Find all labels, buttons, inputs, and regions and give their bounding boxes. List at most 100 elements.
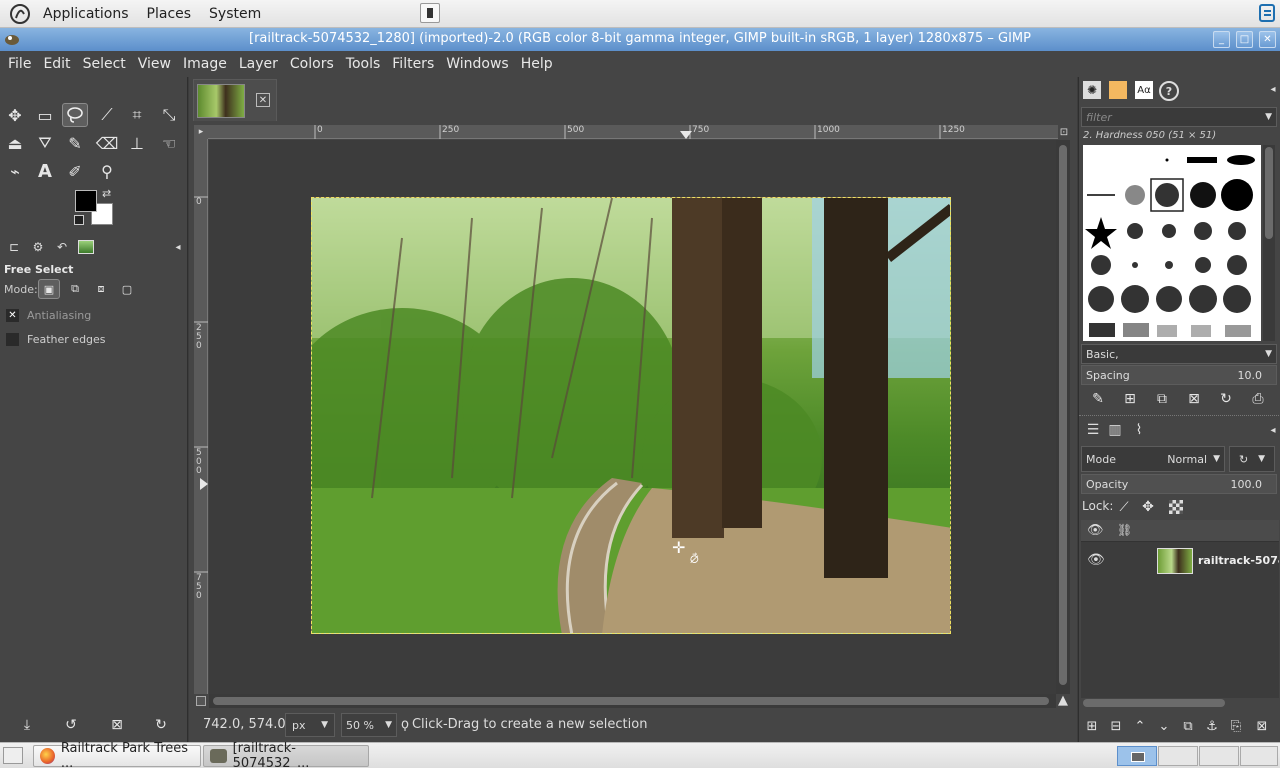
merge-layer-icon[interactable]: ⎘ xyxy=(1225,714,1247,738)
menu-edit[interactable]: Edit xyxy=(37,51,76,77)
zoom-select[interactable]: 50 % ▼ xyxy=(341,713,397,737)
close-window-button[interactable]: ✕ xyxy=(1259,31,1276,48)
vertical-scroll-thumb[interactable] xyxy=(1059,145,1067,685)
rect-select-tool-icon[interactable]: ▭ xyxy=(32,103,58,127)
quick-mask-toggle-icon[interactable] xyxy=(196,696,206,706)
help-tab-icon[interactable]: ? xyxy=(1159,81,1179,101)
brush-filter-input[interactable]: filter ▼ xyxy=(1081,107,1277,127)
eraser-tool-icon[interactable]: ⌫ xyxy=(94,131,120,155)
duplicate-layer-icon[interactable]: ⧉ xyxy=(1177,714,1199,738)
menu-file[interactable]: File xyxy=(2,51,37,77)
bucket-fill-tool-icon[interactable]: ⛛ xyxy=(32,131,58,155)
fonts-tab-icon[interactable]: Aα xyxy=(1135,81,1153,99)
reset-options-icon[interactable]: ↻ xyxy=(148,713,174,737)
brushes-panel-menu-icon[interactable]: ◂ xyxy=(1261,79,1280,99)
patterns-tab-icon[interactable] xyxy=(1109,81,1127,99)
menu-windows[interactable]: Windows xyxy=(440,51,515,77)
duplicate-brush-icon[interactable]: ⧉ xyxy=(1149,387,1175,411)
image-canvas[interactable] xyxy=(311,197,951,634)
lower-layer-icon[interactable]: ⌄ xyxy=(1153,714,1175,738)
window-title-bar[interactable]: [railtrack-5074532_1280] (imported)-2.0 … xyxy=(0,28,1280,51)
distro-logo-icon[interactable] xyxy=(8,2,32,26)
launcher-icon[interactable] xyxy=(420,3,440,23)
maximize-button[interactable]: □ xyxy=(1236,31,1253,48)
undo-history-tab-icon[interactable]: ↶ xyxy=(50,237,74,257)
opacity-slider[interactable]: Opacity 100.0 xyxy=(1081,474,1277,494)
minimize-button[interactable]: _ xyxy=(1213,31,1230,48)
brush-grid-scrollbar[interactable] xyxy=(1263,145,1275,341)
workspace-3[interactable] xyxy=(1199,746,1239,766)
spacing-slider[interactable]: Spacing 10.0 xyxy=(1081,365,1277,385)
free-select-tool-icon[interactable] xyxy=(62,103,88,127)
tool-options-tab-icon[interactable]: ⊏ xyxy=(2,237,26,257)
show-desktop-icon[interactable] xyxy=(3,747,23,764)
ruler-corner-icon[interactable]: ▸ xyxy=(194,125,208,139)
menu-image[interactable]: Image xyxy=(177,51,233,77)
brush-grid[interactable] xyxy=(1083,145,1261,341)
clone-tool-icon[interactable]: ⊥ xyxy=(124,131,150,155)
menu-layer[interactable]: Layer xyxy=(233,51,284,77)
horizontal-scrollbar[interactable] xyxy=(209,694,1056,708)
paintbrush-tool-icon[interactable]: ✎ xyxy=(62,131,88,155)
raise-layer-icon[interactable]: ⌃ xyxy=(1129,714,1151,738)
restore-options-icon[interactable]: ↺ xyxy=(58,713,84,737)
layers-scrollbar[interactable] xyxy=(1083,699,1225,707)
new-brush-icon[interactable]: ⊞ xyxy=(1117,387,1143,411)
layer-row[interactable]: 👁 railtrack-5074532_1280 xyxy=(1081,546,1279,576)
zoom-tool-icon[interactable]: ⚲ xyxy=(94,159,120,183)
layer-mode-reset-button[interactable]: ↻ ▼ xyxy=(1229,446,1275,472)
channels-tab-icon[interactable]: ▥ xyxy=(1103,420,1127,440)
mode-intersect-icon[interactable]: ▢ xyxy=(116,279,138,299)
menu-filters[interactable]: Filters xyxy=(386,51,440,77)
layers-panel-menu-icon[interactable]: ◂ xyxy=(1261,420,1280,440)
save-options-icon[interactable]: ⤓ xyxy=(14,713,40,737)
text-tool-icon[interactable]: A xyxy=(32,159,58,183)
paths-tool-icon[interactable]: ⌁ xyxy=(2,159,28,183)
menu-help[interactable]: Help xyxy=(515,51,559,77)
new-layer-group-icon[interactable]: ⊟ xyxy=(1105,714,1127,738)
menu-colors[interactable]: Colors xyxy=(284,51,340,77)
lock-alpha-icon[interactable] xyxy=(1163,495,1189,519)
smudge-tool-icon[interactable]: ☜ xyxy=(156,131,182,155)
lock-position-icon[interactable]: ✥ xyxy=(1135,495,1161,519)
menu-select[interactable]: Select xyxy=(77,51,132,77)
brush-scroll-thumb[interactable] xyxy=(1265,147,1273,239)
move-tool-icon[interactable]: ✥ xyxy=(2,103,28,127)
open-brush-icon[interactable]: ⎙ xyxy=(1245,387,1271,411)
horizontal-scroll-thumb[interactable] xyxy=(213,697,1049,705)
layer-visibility-icon[interactable]: 👁 xyxy=(1087,552,1105,568)
mode-replace-icon[interactable]: ▣ xyxy=(38,279,60,299)
foreground-color-swatch[interactable] xyxy=(75,190,97,212)
system-menu[interactable]: System xyxy=(200,0,270,28)
menu-view[interactable]: View xyxy=(132,51,177,77)
workspace-2[interactable] xyxy=(1158,746,1198,766)
task-firefox[interactable]: Railtrack Park Trees ... xyxy=(33,741,201,768)
device-status-tab-icon[interactable]: ⚙ xyxy=(26,237,50,257)
crop-tool-icon[interactable]: ⌗ xyxy=(124,103,150,127)
image-tab[interactable]: ✕ xyxy=(193,79,277,121)
default-colors-icon[interactable] xyxy=(74,215,84,225)
applications-menu[interactable]: Applications xyxy=(34,0,138,28)
brushes-tab-icon[interactable]: ✺ xyxy=(1083,81,1101,99)
unit-select[interactable]: px ▼ xyxy=(285,713,335,737)
color-picker-tool-icon[interactable]: ✐ xyxy=(62,159,88,183)
lock-pixels-icon[interactable]: ⟋ xyxy=(1111,495,1137,519)
antialiasing-checkbox[interactable]: ✕ Antialiasing xyxy=(6,309,91,322)
brush-preset-select[interactable]: Basic, ▼ xyxy=(1081,344,1277,364)
workspace-4[interactable] xyxy=(1240,746,1278,766)
layers-tab-icon[interactable]: ☰ xyxy=(1081,420,1105,440)
refresh-brushes-icon[interactable]: ↻ xyxy=(1213,387,1239,411)
zoom-to-fit-icon[interactable]: ⊡ xyxy=(1057,125,1071,139)
anchor-layer-icon[interactable]: ⚓ xyxy=(1201,714,1223,738)
images-tab-icon[interactable] xyxy=(74,237,98,257)
new-layer-icon[interactable]: ⊞ xyxy=(1081,714,1103,738)
transform-tool-icon[interactable]: ⤡ xyxy=(156,103,182,127)
delete-layer-icon[interactable]: ⊠ xyxy=(1251,714,1273,738)
swap-colors-icon[interactable]: ⇄ xyxy=(102,187,111,200)
workspace-switcher[interactable] xyxy=(1117,746,1157,766)
warp-tool-icon[interactable]: ⏏ xyxy=(2,131,28,155)
canvas-area[interactable]: ✛ ⦳ xyxy=(209,140,1056,694)
paths-tab-icon[interactable]: ⌇ xyxy=(1127,420,1151,440)
layer-mode-select[interactable]: Mode Normal ▼ xyxy=(1081,446,1225,472)
edit-brush-icon[interactable]: ✎ xyxy=(1085,387,1111,411)
